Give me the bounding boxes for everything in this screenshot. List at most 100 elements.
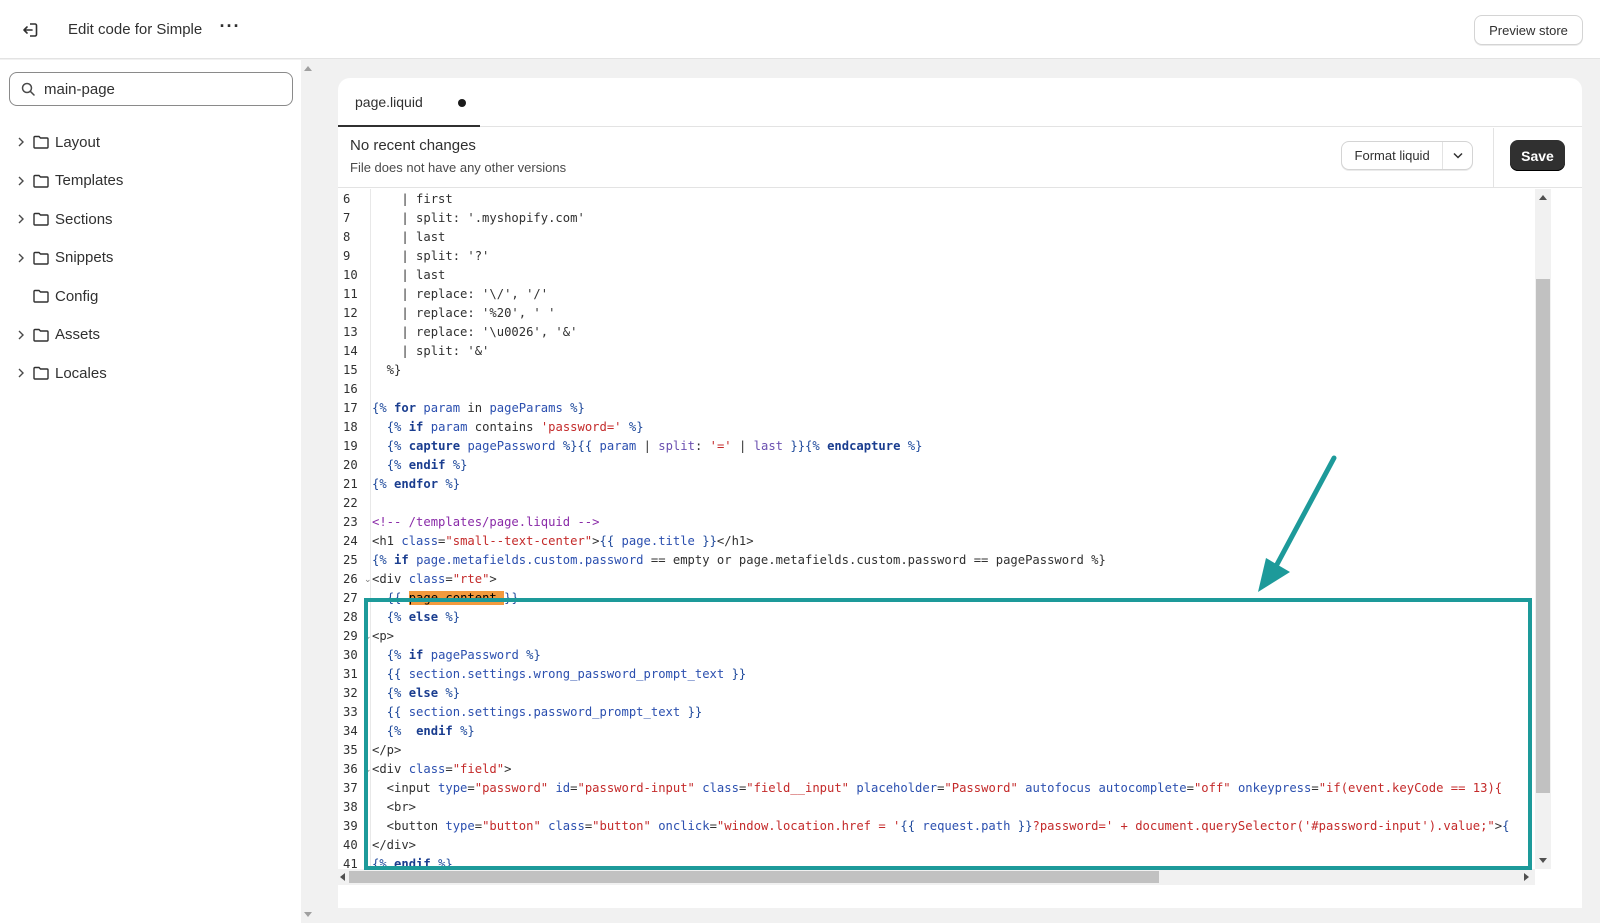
- tab-label: page.liquid: [355, 93, 423, 110]
- code-line: </p>: [372, 743, 402, 757]
- folder-icon: [33, 135, 49, 149]
- scroll-right-icon[interactable]: [1524, 873, 1529, 881]
- preview-store-button[interactable]: Preview store: [1474, 15, 1583, 45]
- folder-locales[interactable]: Locales: [0, 354, 301, 393]
- search-input[interactable]: [44, 80, 274, 98]
- code-line: {% else %}: [386, 686, 461, 700]
- save-button[interactable]: Save: [1510, 140, 1565, 171]
- line-number: 30: [343, 648, 358, 662]
- chevron-down-icon[interactable]: [1443, 142, 1472, 169]
- editor-vertical-scrollbar[interactable]: [1535, 189, 1551, 869]
- exit-icon[interactable]: [17, 17, 43, 43]
- code-editor[interactable]: 6 7 8 9 10 11 12 13 14 15 16 17 18 19 20…: [338, 189, 1582, 871]
- folder-icon: [33, 251, 49, 265]
- code-area[interactable]: | first | split: '.myshopify.com' | last…: [372, 189, 1566, 869]
- code-line: | first: [372, 192, 453, 206]
- scroll-up-icon[interactable]: [304, 66, 312, 71]
- code-line: <h1 class="small--text-center">{{ page.t…: [372, 534, 754, 548]
- scroll-thumb[interactable]: [349, 871, 1159, 883]
- line-number: 19: [343, 439, 358, 453]
- chevron-right-icon[interactable]: [16, 368, 26, 378]
- code-line: {% endfor %}: [372, 477, 461, 491]
- code-line: {{ page.content }}: [386, 591, 519, 605]
- scroll-down-icon[interactable]: [1539, 858, 1547, 863]
- line-number: 31: [343, 667, 358, 681]
- line-number: 23: [343, 515, 358, 529]
- folder-sections[interactable]: Sections: [0, 200, 301, 239]
- code-line: | split: '&': [372, 344, 490, 358]
- code-line: <button type="button" class="button" onc…: [372, 819, 1510, 833]
- code-line: | last: [372, 230, 446, 244]
- folder-icon: [33, 328, 49, 342]
- format-liquid-button[interactable]: Format liquid: [1342, 142, 1444, 169]
- code-line: <br>: [372, 800, 417, 814]
- code-line: {% endif %}: [372, 857, 453, 869]
- code-line: {% capture pagePassword %}{{ param | spl…: [386, 439, 923, 453]
- folder-layout[interactable]: Layout: [0, 123, 301, 162]
- code-line: | split: '?': [372, 249, 490, 263]
- line-number: 21: [343, 477, 358, 491]
- folder-assets[interactable]: Assets: [0, 316, 301, 355]
- line-number: 33: [343, 705, 358, 719]
- file-sidebar: Layout Templates Sections Snippets Confi…: [0, 60, 301, 923]
- code-line: <div class="field">: [372, 762, 512, 776]
- line-number: 24: [343, 534, 358, 548]
- search-field[interactable]: [9, 72, 293, 106]
- more-actions-button[interactable]: ···: [219, 17, 241, 40]
- fold-icon[interactable]: ⌄: [364, 631, 372, 642]
- code-line: | split: '.myshopify.com': [372, 211, 585, 225]
- code-line: {% if param contains 'password=' %}: [386, 420, 644, 434]
- format-liquid-group: Format liquid: [1341, 141, 1473, 170]
- chevron-right-icon[interactable]: [16, 137, 26, 147]
- editor-horizontal-scrollbar[interactable]: [338, 869, 1535, 885]
- folder-label: Sections: [55, 210, 113, 228]
- chevron-right-icon[interactable]: [16, 253, 26, 263]
- folder-icon: [33, 366, 49, 380]
- chevron-right-icon[interactable]: [16, 176, 26, 186]
- line-number: 16: [343, 382, 358, 396]
- code-line: {{ section.settings.password_prompt_text…: [386, 705, 703, 719]
- scroll-thumb[interactable]: [1536, 279, 1550, 793]
- line-number: 28: [343, 610, 358, 624]
- line-number: 10: [343, 268, 358, 282]
- folder-config[interactable]: Config: [0, 277, 301, 316]
- line-number: 25: [343, 553, 358, 567]
- scroll-up-icon[interactable]: [1539, 195, 1547, 200]
- line-number: 12: [343, 306, 358, 320]
- code-line: {% if page.metafields.custom.password ==…: [372, 553, 1106, 567]
- divider: [1493, 128, 1494, 188]
- code-line: <input type="password" id="password-inpu…: [372, 781, 1510, 795]
- line-number: 17: [343, 401, 358, 415]
- line-number: 39: [343, 819, 358, 833]
- folder-label: Assets: [55, 326, 101, 344]
- folder-templates[interactable]: Templates: [0, 162, 301, 201]
- folder-label: Snippets: [55, 249, 114, 267]
- sidebar-scrollbar[interactable]: [301, 60, 315, 923]
- tab-page-liquid[interactable]: page.liquid: [338, 78, 480, 127]
- code-line: {% else %}: [386, 610, 461, 624]
- line-number: 13: [343, 325, 358, 339]
- code-line: {% endif %}: [386, 458, 468, 472]
- line-number: 34: [343, 724, 358, 738]
- scroll-down-icon[interactable]: [304, 912, 312, 917]
- line-number: 20: [343, 458, 358, 472]
- line-number: 38: [343, 800, 358, 814]
- fold-icon[interactable]: ⌄: [364, 574, 372, 585]
- code-line: {% for param in pageParams %}: [372, 401, 585, 415]
- version-status: No recent changes File does not have any…: [338, 128, 1582, 188]
- code-line: {{ section.settings.wrong_password_promp…: [386, 667, 747, 681]
- line-number: 18: [343, 420, 358, 434]
- code-line: <div class="rte">: [372, 572, 497, 586]
- chevron-right-icon[interactable]: [16, 214, 26, 224]
- code-line: {% endif %}: [386, 724, 475, 738]
- fold-icon[interactable]: ⌄: [364, 764, 372, 775]
- chevron-right-icon[interactable]: [16, 330, 26, 340]
- line-number: 40: [343, 838, 358, 852]
- folder-label: Config: [55, 287, 99, 305]
- scroll-left-icon[interactable]: [340, 873, 345, 881]
- line-number: 37: [343, 781, 358, 795]
- line-number: 14: [343, 344, 358, 358]
- line-number: 7: [343, 211, 351, 225]
- folder-snippets[interactable]: Snippets: [0, 239, 301, 278]
- file-tree: Layout Templates Sections Snippets Confi…: [0, 123, 301, 393]
